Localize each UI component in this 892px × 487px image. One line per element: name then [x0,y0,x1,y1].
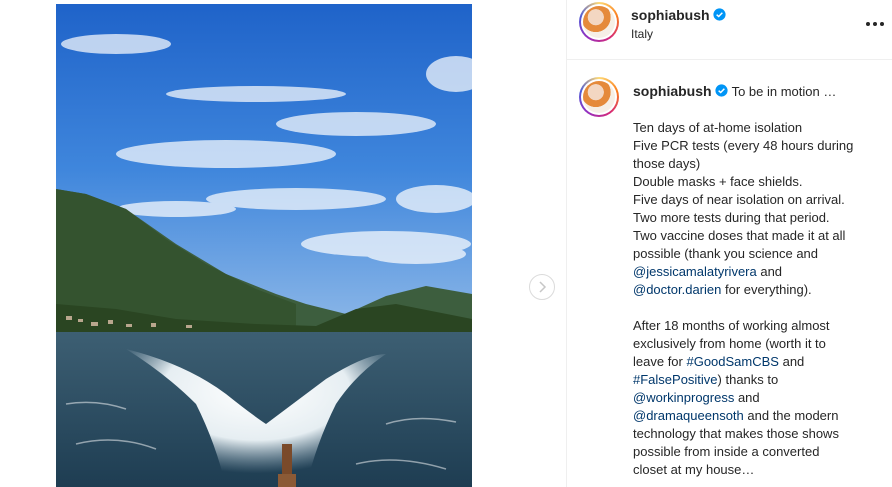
caption-line: closet at my house… [633,462,755,477]
caption-username[interactable]: sophiabush [633,83,712,99]
post-photo-lake-scene[interactable] [56,4,472,487]
mention-link[interactable]: @jessicamalatyrivera [633,264,757,279]
caption-area: sophiabush To be in motion … Ten days of… [567,61,892,487]
caption-author-avatar[interactable] [579,77,619,117]
caption-line: Two vaccine doses that made it at all [633,228,846,243]
caption-text-segment: and [734,390,760,405]
caption-line: those days) [633,156,701,171]
caption-text-segment: and [756,264,783,279]
caption-line: possible (thank you science and [633,246,819,261]
hashtag-link[interactable]: #FalsePositive [633,372,718,387]
caption-line: Two more tests during that period. [633,210,830,225]
caption-line: Ten days of at-home isolation [633,120,803,135]
next-photo-button[interactable] [529,274,555,300]
caption-text-segment: for everything). [721,282,812,297]
caption-text-segment: and [778,354,805,369]
more-options-icon[interactable] [863,16,887,32]
caption-line: Five days of near isolation on arrival. [633,192,845,207]
caption-text-segment: ) thanks to [717,372,779,387]
author-avatar[interactable] [579,2,619,42]
verified-badge-icon [714,84,728,97]
caption-line: After 18 months of working almost [633,318,830,333]
caption-text-segment: leave for [633,354,687,369]
author-username[interactable]: sophiabush [631,7,726,23]
post-header: sophiabush Italy [567,0,892,60]
mention-link[interactable]: @doctor.darien [633,282,721,297]
chevron-right-icon [539,281,547,293]
post-location[interactable]: Italy [631,27,653,41]
caption-line: Five PCR tests (every 48 hours during [633,138,854,153]
hashtag-link[interactable]: #GoodSamCBS [686,354,779,369]
caption-text-segment: and the modern [743,408,839,423]
mention-link[interactable]: @dramaqueensoth [633,408,744,423]
caption-first-line: To be in motion … [731,84,837,99]
caption-text: Ten days of at-home isolation Five PCR t… [633,119,879,479]
post-media-area [0,0,566,487]
mention-link[interactable]: @workinprogress [633,390,734,405]
caption-line: Double masks + face shields. [633,174,803,189]
caption-header: sophiabush To be in motion … [633,83,836,99]
author-username-text[interactable]: sophiabush [631,7,710,23]
caption-line: technology that makes those shows [633,426,839,441]
verified-badge-icon [712,8,726,21]
caption-line: exclusively from home (worth it to [633,336,826,351]
caption-line: possible from inside a converted [633,444,820,459]
